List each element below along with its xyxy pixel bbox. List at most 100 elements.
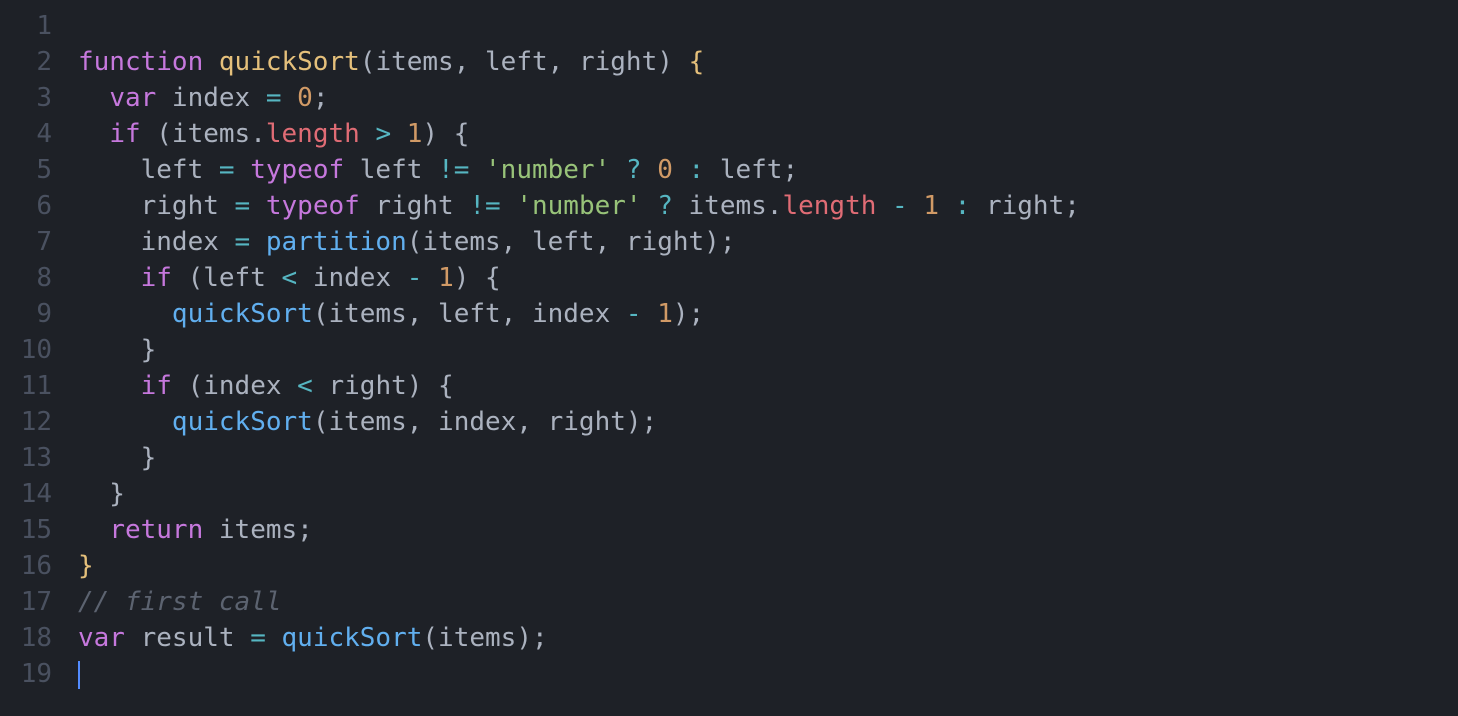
line-number: 12	[0, 404, 52, 440]
token-op: -	[626, 299, 642, 329]
token-punc: ) {	[422, 119, 469, 149]
token-brace-y: {	[689, 47, 705, 77]
code-line[interactable]: var result = quickSort(items);	[78, 620, 1458, 656]
token-punc	[282, 83, 298, 113]
token-punc: right	[78, 191, 235, 221]
line-number: 8	[0, 260, 52, 296]
token-punc: ) {	[454, 263, 501, 293]
token-op: =	[266, 83, 282, 113]
token-punc	[250, 191, 266, 221]
line-number: 10	[0, 332, 52, 368]
token-kw: typeof	[250, 155, 344, 185]
code-line[interactable]: if (left < index - 1) {	[78, 260, 1458, 296]
line-number: 13	[0, 440, 52, 476]
token-punc: }	[78, 479, 125, 509]
code-line[interactable]: }	[78, 440, 1458, 476]
token-param: left	[485, 47, 548, 77]
token-num: 0	[657, 155, 673, 185]
token-punc: (	[360, 47, 376, 77]
token-param: right	[579, 47, 657, 77]
token-punc: right;	[970, 191, 1080, 221]
line-number: 15	[0, 512, 52, 548]
code-line[interactable]: left = typeof left != 'number' ? 0 : lef…	[78, 152, 1458, 188]
code-line[interactable]: var index = 0;	[78, 80, 1458, 116]
token-punc: items;	[203, 515, 313, 545]
token-punc	[876, 191, 892, 221]
token-op: :	[955, 191, 971, 221]
code-line[interactable]: function quickSort(items, left, right) {	[78, 44, 1458, 80]
code-line[interactable]: }	[78, 548, 1458, 584]
token-punc: ,	[548, 47, 579, 77]
token-kw: if	[141, 371, 172, 401]
code-line[interactable]: return items;	[78, 512, 1458, 548]
token-punc: left	[344, 155, 438, 185]
text-cursor	[78, 661, 80, 689]
line-number: 1	[0, 8, 52, 44]
code-area[interactable]: function quickSort(items, left, right) {…	[78, 8, 1458, 716]
token-punc: (index	[172, 371, 297, 401]
line-number: 14	[0, 476, 52, 512]
token-prop: length	[266, 119, 360, 149]
token-punc	[266, 623, 282, 653]
code-editor[interactable]: 12345678910111213141516171819 function q…	[0, 0, 1458, 716]
token-fn-decl: quickSort	[219, 47, 360, 77]
line-number: 7	[0, 224, 52, 260]
token-punc: (items.	[141, 119, 266, 149]
token-punc	[360, 119, 376, 149]
token-punc: (left	[172, 263, 282, 293]
token-punc	[78, 299, 172, 329]
token-punc: ,	[454, 47, 485, 77]
code-line[interactable]: // first call	[78, 584, 1458, 620]
token-punc: result	[125, 623, 250, 653]
token-punc	[939, 191, 955, 221]
code-line[interactable]: }	[78, 476, 1458, 512]
token-fn-name: quickSort	[282, 623, 423, 653]
token-cmt: // first call	[78, 587, 282, 617]
token-punc	[391, 119, 407, 149]
token-fn-name: partition	[266, 227, 407, 257]
token-str: 'number'	[485, 155, 610, 185]
line-number: 5	[0, 152, 52, 188]
line-number: 3	[0, 80, 52, 116]
token-punc	[235, 155, 251, 185]
token-op: -	[407, 263, 423, 293]
token-punc	[78, 119, 109, 149]
code-line[interactable]: }	[78, 332, 1458, 368]
token-op: =	[250, 623, 266, 653]
token-punc	[422, 263, 438, 293]
token-punc: ;	[313, 83, 329, 113]
line-number: 2	[0, 44, 52, 80]
token-punc	[203, 47, 219, 77]
token-prop: length	[782, 191, 876, 221]
token-punc	[501, 191, 517, 221]
token-num: 1	[657, 299, 673, 329]
token-op: =	[219, 155, 235, 185]
token-op: ?	[626, 155, 642, 185]
code-line[interactable]: right = typeof right != 'number' ? items…	[78, 188, 1458, 224]
code-line[interactable]: if (items.length > 1) {	[78, 116, 1458, 152]
token-num: 1	[407, 119, 423, 149]
line-number: 6	[0, 188, 52, 224]
code-line[interactable]	[78, 8, 1458, 44]
token-kw: return	[109, 515, 203, 545]
token-punc: (items, left, index	[313, 299, 626, 329]
token-punc: items.	[673, 191, 783, 221]
token-punc: (items, left, right);	[407, 227, 736, 257]
code-line[interactable]	[78, 656, 1458, 692]
token-op: -	[892, 191, 908, 221]
token-punc	[78, 83, 109, 113]
code-line[interactable]: quickSort(items, index, right);	[78, 404, 1458, 440]
code-line[interactable]: quickSort(items, left, index - 1);	[78, 296, 1458, 332]
token-punc: }	[78, 443, 156, 473]
line-number: 4	[0, 116, 52, 152]
line-number: 16	[0, 548, 52, 584]
token-num: 1	[438, 263, 454, 293]
code-line[interactable]: index = partition(items, left, right);	[78, 224, 1458, 260]
token-punc	[908, 191, 924, 221]
token-punc: right	[360, 191, 470, 221]
token-kw: if	[141, 263, 172, 293]
token-op: =	[235, 191, 251, 221]
code-line[interactable]: if (index < right) {	[78, 368, 1458, 404]
line-number: 9	[0, 296, 52, 332]
token-punc	[78, 515, 109, 545]
